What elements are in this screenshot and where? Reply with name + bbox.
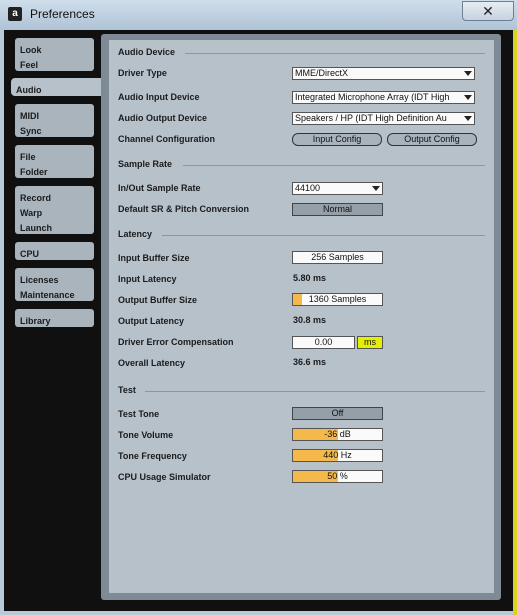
tab-label: Warp [20,208,43,218]
title-bar: a Preferences ✕ [0,0,517,30]
tone-volume-slider[interactable]: -36 dB [292,428,383,441]
driver-type-dropdown[interactable]: MME/DirectX [292,67,475,80]
close-button[interactable]: ✕ [462,1,514,21]
driver-type-value: MME/DirectX [295,68,349,78]
driver-error-unit-toggle[interactable]: ms [357,336,383,349]
tab-label: Maintenance [20,290,75,300]
tone-volume-label: Tone Volume [118,430,174,440]
chevron-down-icon [464,71,472,76]
output-latency-value: 30.8 ms [293,315,327,325]
driver-error-compensation-value: 0.00 [314,337,333,347]
input-buffer-size-value: 256 Samples [311,252,364,262]
tab-record-warp-launch[interactable]: Record Warp Launch [15,186,94,234]
driver-error-compensation-field[interactable]: 0.00 [292,336,355,349]
output-config-button[interactable]: Output Config [387,133,477,146]
tone-frequency-slider[interactable]: 440 Hz [292,449,383,462]
tab-label: Launch [20,223,53,233]
input-buffer-size-label: Input Buffer Size [118,253,190,263]
divider [145,391,485,392]
cpu-usage-simulator-slider[interactable]: 50 % [292,470,383,483]
channel-configuration-label: Channel Configuration [118,134,215,144]
tab-label: Look [20,45,42,55]
tone-frequency-value: 440 Hz [323,450,352,460]
tab-label: Library [20,316,51,326]
output-buffer-size-field[interactable]: 1360 Samples [292,293,383,306]
tab-label: Folder [20,167,48,177]
ableton-icon: a [8,7,22,21]
tone-frequency-label: Tone Frequency [118,451,187,461]
default-sr-label: Default SR & Pitch Conversion [118,204,250,214]
driver-type-label: Driver Type [118,68,167,78]
tab-label: MIDI [20,111,39,121]
section-test: Test [118,385,136,395]
overall-latency-value: 36.6 ms [293,357,327,367]
tab-label: File [20,152,36,162]
divider [162,235,485,236]
input-latency-value: 5.80 ms [293,273,327,283]
cpu-usage-simulator-label: CPU Usage Simulator [118,472,211,482]
section-latency: Latency [118,229,153,239]
audio-input-device-dropdown[interactable]: Integrated Microphone Array (IDT High [292,91,475,104]
section-audio-device: Audio Device [118,47,176,57]
tab-label: Sync [20,126,42,136]
input-latency-label: Input Latency [118,274,177,284]
test-tone-toggle[interactable]: Off [292,407,383,420]
sample-rate-dropdown[interactable]: 44100 [292,182,383,195]
output-buffer-fill [293,294,302,305]
overall-latency-label: Overall Latency [118,358,186,368]
audio-input-device-label: Audio Input Device [118,92,200,102]
audio-output-device-value: Speakers / HP (IDT High Definition Au [295,113,447,123]
section-sample-rate: Sample Rate [118,159,173,169]
tab-label: Record [20,193,52,203]
tone-volume-value: -36 dB [324,429,351,439]
audio-input-device-value: Integrated Microphone Array (IDT High [295,92,450,102]
test-tone-label: Test Tone [118,409,160,419]
tab-label: Feel [20,60,39,70]
tab-label: CPU [20,249,40,259]
tab-audio[interactable]: Audio [11,78,104,96]
chevron-down-icon [464,116,472,121]
cpu-usage-simulator-value: 50 % [327,471,348,481]
tab-label: Licenses [20,275,59,285]
chevron-down-icon [372,186,380,191]
audio-output-device-dropdown[interactable]: Speakers / HP (IDT High Definition Au [292,112,475,125]
tab-cpu[interactable]: CPU [15,242,94,260]
driver-error-compensation-label: Driver Error Compensation [118,337,234,347]
audio-output-device-label: Audio Output Device [118,113,208,123]
input-config-button[interactable]: Input Config [292,133,382,146]
background-strip [513,30,517,615]
input-buffer-size-field[interactable]: 256 Samples [292,251,383,264]
default-sr-button[interactable]: Normal [292,203,383,216]
window-title: Preferences [30,7,95,21]
tab-label: Audio [16,85,42,95]
tab-look-feel[interactable]: Look Feel [15,38,94,71]
output-buffer-size-value: 1360 Samples [308,294,367,304]
in-out-sample-rate-label: In/Out Sample Rate [118,183,201,193]
tab-midi-sync[interactable]: MIDI Sync [15,104,94,137]
divider [183,165,485,166]
output-buffer-size-label: Output Buffer Size [118,295,197,305]
tab-library[interactable]: Library [15,309,94,327]
output-latency-label: Output Latency [118,316,185,326]
divider [185,53,485,54]
chevron-down-icon [464,95,472,100]
tab-file-folder[interactable]: File Folder [15,145,94,178]
tab-licenses-maintenance[interactable]: Licenses Maintenance [15,268,94,301]
sample-rate-value: 44100 [295,183,321,193]
